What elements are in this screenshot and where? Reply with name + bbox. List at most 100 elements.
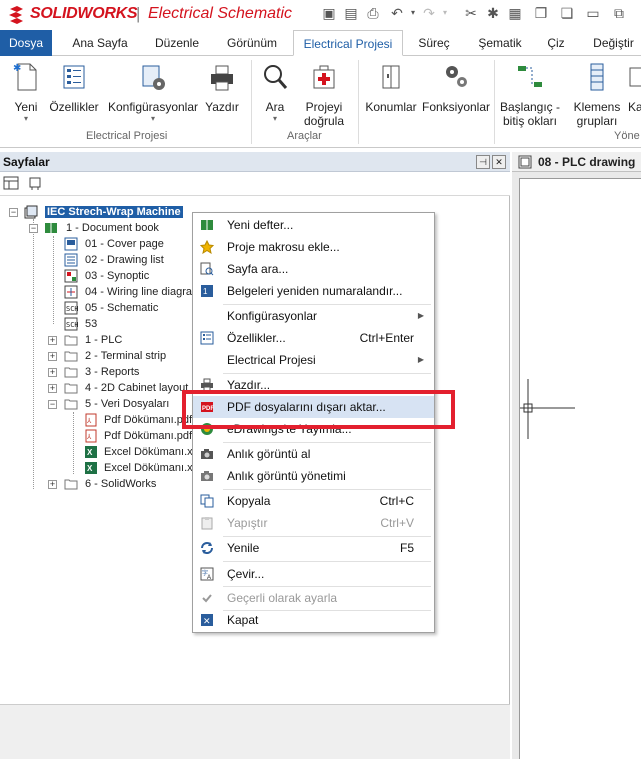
svg-text:SCH: SCH (66, 305, 78, 313)
expand-toggle-document-book[interactable]: − (29, 224, 38, 233)
tab-duzenle[interactable]: Düzenle (146, 30, 208, 56)
menu-item-add-project-macro[interactable]: Proje makrosu ekle... (193, 236, 434, 258)
tree-item-excel-document-2[interactable]: Excel Dökümanı.xlsx (104, 460, 194, 476)
crosshair-cursor-icon (520, 379, 575, 439)
tree-item-schematic[interactable]: 05 - Schematic (85, 300, 158, 316)
menu-item-search-page[interactable]: Sayfa ara... (193, 258, 434, 280)
print-icon[interactable]: ⎙ (364, 4, 382, 22)
validate-project-button[interactable]: Projeyi doğrula (298, 60, 350, 128)
tab-degistir[interactable]: Değiştir (586, 30, 641, 56)
pdf-file-icon: ⅄ (85, 413, 97, 427)
properties-button[interactable]: Özellikler (48, 60, 100, 114)
group-label-electrical-projesi: Electrical Projesi (86, 130, 168, 142)
tree-item-53[interactable]: 53 (85, 316, 97, 332)
components-view-icon[interactable] (27, 176, 43, 190)
new-button[interactable]: ✱ Yeni ▾ (6, 60, 46, 124)
highlight-annotation-box (182, 390, 455, 429)
close-pane-icon[interactable]: ✕ (492, 155, 506, 169)
tab-gorunum[interactable]: Görünüm (216, 30, 288, 56)
svg-text:1: 1 (203, 287, 208, 296)
menu-item-configurations[interactable]: Konfigürasyonlar ▶ (193, 305, 434, 327)
expand-toggle-reports[interactable]: + (48, 368, 57, 377)
drawing-tab-header[interactable]: 08 - PLC drawing (512, 152, 641, 172)
tab-dosya[interactable]: Dosya (0, 30, 52, 56)
expand-toggle-root[interactable]: − (9, 208, 18, 217)
new-dropdown-icon[interactable]: ▾ (6, 114, 46, 124)
document-icon[interactable]: ▭ (584, 4, 602, 22)
tab-ciz[interactable]: Çiz (542, 30, 570, 56)
tree-item-2d-cabinet-layout[interactable]: 4 - 2D Cabinet layout (85, 380, 193, 396)
refresh-icon (201, 542, 213, 554)
save-icon[interactable]: ▤ (342, 4, 360, 22)
menu-item-set-as-current[interactable]: Geçerli olarak ayarla (193, 587, 434, 609)
svg-text:A: A (207, 575, 211, 581)
locations-button[interactable]: Konumlar (362, 60, 420, 114)
configurations-icon (142, 65, 165, 90)
pin-icon[interactable]: ✱ (484, 4, 502, 22)
tree-item-cover-page[interactable]: 01 - Cover page (85, 236, 164, 252)
group-label-araclar: Araçlar (287, 130, 322, 142)
tree-item-reports[interactable]: 3 - Reports (85, 364, 139, 380)
title-bar: SOLIDWORKS | Electrical Schematic ▣ ▤ ⎙ … (0, 0, 641, 30)
terminal-groups-button[interactable]: Klemens grupları (572, 60, 622, 128)
menu-item-new-book[interactable]: Yeni defter... (193, 214, 434, 236)
tab-electrical-projesi[interactable]: Electrical Projesi (293, 30, 403, 56)
expand-toggle-plc[interactable]: + (48, 336, 57, 345)
tree-item-plc[interactable]: 1 - PLC (85, 332, 122, 348)
functions-button[interactable]: Fonksiyonlar (420, 60, 492, 114)
pages-view-icon[interactable] (3, 176, 19, 190)
copy-icon[interactable]: ❐ (532, 4, 550, 22)
tree-item-terminal-strip[interactable]: 2 - Terminal strip (85, 348, 166, 364)
expand-toggle-2d-cabinet[interactable]: + (48, 384, 57, 393)
expand-toggle-veri-dosyalari[interactable]: − (48, 400, 57, 409)
copy-icon (200, 494, 214, 508)
expand-toggle-terminal-strip[interactable]: + (48, 352, 57, 361)
tree-item-pdf-document-1[interactable]: Pdf Dökümanı.pdf (104, 412, 194, 428)
drawing-sheet[interactable] (519, 178, 641, 759)
start-end-arrows-button[interactable]: Başlangıç - bitiş okları (497, 60, 563, 128)
menu-item-properties[interactable]: Özellikler... Ctrl+Enter (193, 327, 434, 349)
tree-item-root[interactable]: IEC Strech-Wrap Machine (45, 204, 183, 220)
configurations-dropdown-icon[interactable]: ▾ (105, 114, 201, 124)
tree-item-pdf-document-2[interactable]: Pdf Dökümanı.pdf (104, 428, 194, 444)
cut-off-ribbon-button[interactable]: Ka (628, 60, 641, 114)
schematic-icon: SCH (64, 301, 78, 315)
gears-icon (446, 66, 467, 87)
menu-item-translate[interactable]: 字A Çevir... (193, 563, 434, 585)
tree-item-solidworks[interactable]: 6 - SolidWorks (85, 476, 156, 492)
search-button[interactable]: Ara ▾ (254, 60, 296, 124)
tab-surec[interactable]: Süreç (412, 30, 456, 56)
tab-sematik[interactable]: Şematik (470, 30, 530, 56)
book-icon (201, 220, 213, 230)
start-end-arrows-icon (518, 66, 542, 87)
expand-toggle-solidworks[interactable]: + (48, 480, 57, 489)
menu-item-refresh[interactable]: Yenile F5 (193, 537, 434, 559)
menu-item-take-snapshot[interactable]: Anlık görüntü al (193, 443, 434, 465)
configurations-button[interactable]: Konfigürasyonlar ▾ (105, 60, 201, 124)
redo-dropdown-icon[interactable]: ▾ (436, 4, 454, 22)
menu-item-paste[interactable]: Yapıştır Ctrl+V (193, 512, 434, 534)
tree-item-document-book[interactable]: 1 - Document book (66, 220, 159, 236)
tree-item-veri-dosyalari[interactable]: 5 - Veri Dosyaları (85, 396, 169, 412)
tree-item-excel-document-1[interactable]: Excel Dökümanı.xlsx (104, 444, 194, 460)
tree-item-wiring-line-diagram[interactable]: 04 - Wiring line diagram (85, 284, 193, 300)
duplicate-icon[interactable]: ⧉ (610, 4, 628, 22)
search-dropdown-icon[interactable]: ▾ (254, 114, 296, 124)
menu-item-renumber-documents[interactable]: 1 Belgeleri yeniden numaralandır... (193, 280, 434, 302)
excel-file-icon: X (85, 462, 97, 474)
menu-item-copy[interactable]: Kopyala Ctrl+C (193, 490, 434, 512)
tree-item-synoptic[interactable]: 03 - Synoptic (85, 268, 149, 284)
menu-item-electrical-project[interactable]: Electrical Projesi ▶ (193, 349, 434, 371)
cut-icon[interactable]: ✂ (462, 4, 480, 22)
drawing-page-icon (518, 155, 532, 169)
print-button[interactable]: Yazdır (202, 60, 242, 114)
pin-pane-icon[interactable]: ⊣ (476, 155, 490, 169)
open-folder-icon[interactable]: ▣ (320, 4, 338, 22)
star-icon (200, 240, 214, 254)
tab-ana-sayfa[interactable]: Ana Sayfa (62, 30, 138, 56)
copy-document-icon[interactable]: ❏ (558, 4, 576, 22)
paste-icon[interactable]: ▦ (506, 4, 524, 22)
menu-item-snapshot-management[interactable]: Anlık görüntü yönetimi (193, 465, 434, 487)
menu-item-close[interactable]: ✕ Kapat (193, 609, 434, 631)
tree-item-drawing-list[interactable]: 02 - Drawing list (85, 252, 164, 268)
